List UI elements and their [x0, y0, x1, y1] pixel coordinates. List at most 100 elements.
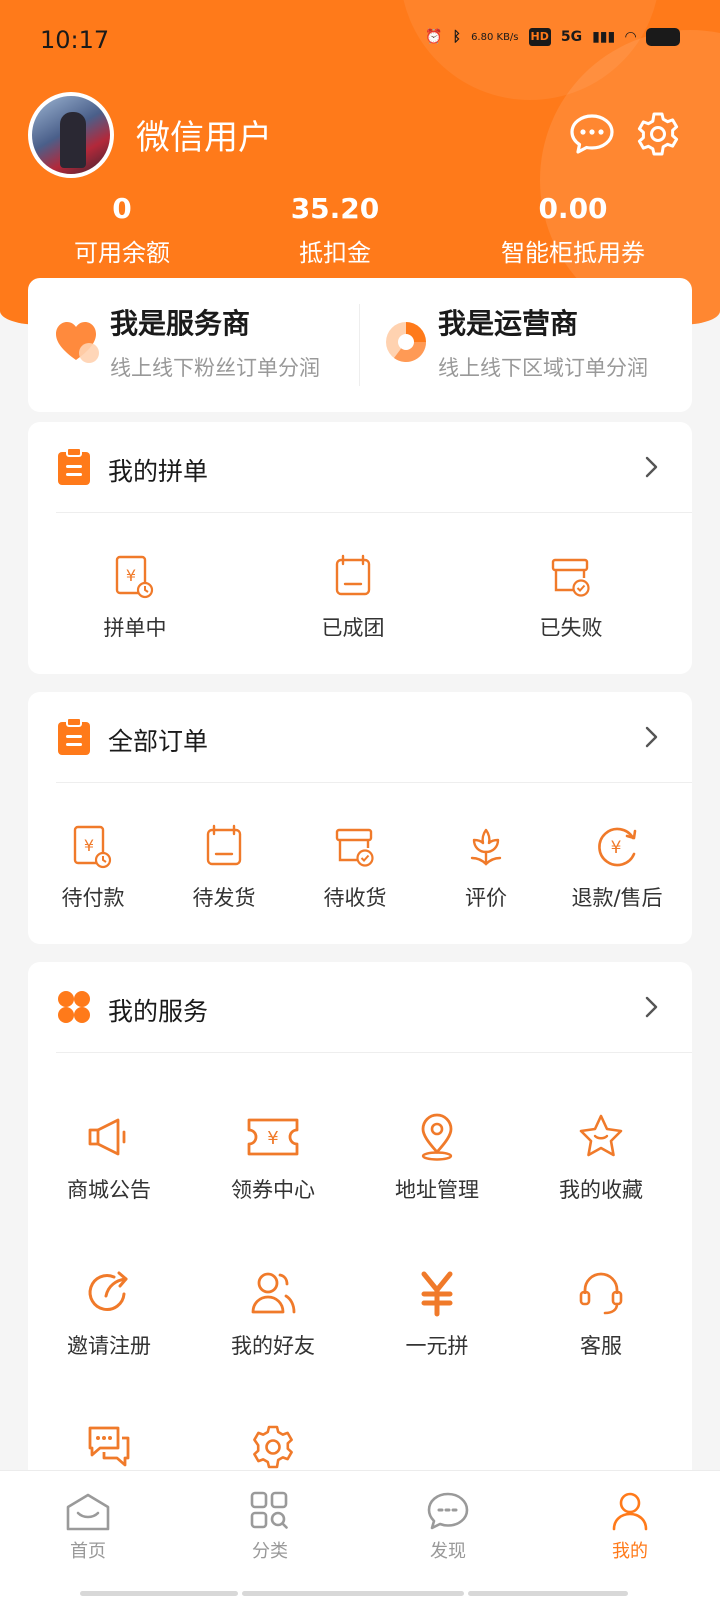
chevron-right-icon — [645, 996, 658, 1018]
all-orders-card: 全部订单 ¥ 待付款 待发货 待收货 评价 ¥ 退款/售后 — [28, 692, 692, 944]
grid-label: 邀请注册 — [67, 1334, 151, 1358]
flower-icon — [470, 828, 502, 866]
grid-label: 领券中心 — [231, 1178, 315, 1202]
net-speed: 6.80 KB/s — [471, 31, 519, 43]
service-coupon-center[interactable]: ¥ 领券中心 — [208, 1112, 338, 1204]
svg-text:¥: ¥ — [84, 836, 94, 855]
group-order-pending[interactable]: ¥ 拼单中 — [70, 554, 200, 642]
grid-label: 我的好友 — [231, 1334, 315, 1358]
section-title: 我的服务 — [108, 997, 209, 1026]
tab-home[interactable]: 首页 — [28, 1491, 148, 1563]
stat-label: 可用余额 — [74, 239, 170, 267]
home-indicator — [80, 1591, 238, 1596]
grid-label: 待发货 — [192, 886, 256, 910]
yuan-icon — [421, 1271, 453, 1317]
service-friends[interactable]: 我的好友 — [208, 1268, 338, 1360]
settings-gear-icon[interactable] — [634, 110, 682, 158]
star-icon — [579, 1114, 623, 1157]
svg-text:¥: ¥ — [267, 1128, 278, 1149]
stat-deduction[interactable]: 35.20 抵扣金 — [255, 192, 415, 268]
service-invite[interactable]: 邀请注册 — [44, 1268, 174, 1360]
stat-value: 0 — [112, 192, 132, 225]
share-icon — [88, 1271, 128, 1311]
services-card: 我的服务 商城公告 ¥ 领券中心 地址管理 我的收藏 邀请注册 我的好友 一元拼… — [28, 962, 692, 1482]
tab-profile[interactable]: 我的 — [570, 1491, 690, 1563]
service-one-yuan-group[interactable]: 一元拼 — [372, 1268, 502, 1360]
service-address[interactable]: 地址管理 — [372, 1112, 502, 1204]
divider — [56, 512, 692, 513]
group-order-formed[interactable]: 已成团 — [288, 554, 418, 642]
category-icon — [250, 1491, 288, 1529]
stat-value: 0.00 — [538, 192, 608, 225]
box-check-icon — [335, 828, 374, 867]
order-refund-aftersale[interactable]: ¥ 退款/售后 — [552, 824, 682, 912]
service-favorites[interactable]: 我的收藏 — [536, 1112, 666, 1204]
order-pending-payment[interactable]: ¥ 待付款 — [28, 824, 158, 912]
clover-icon — [58, 991, 90, 1023]
grid-label: 退款/售后 — [571, 886, 663, 910]
heart-icon — [56, 322, 99, 363]
donut-chart-icon — [386, 322, 426, 362]
service-chat[interactable] — [44, 1422, 174, 1472]
role-operator[interactable]: 我是运营商 线上线下区域订单分润 — [438, 302, 648, 382]
role-subtitle: 线上线下粉丝订单分润 — [110, 356, 320, 380]
divider — [56, 782, 692, 783]
chevron-right-icon — [645, 726, 658, 748]
tab-category[interactable]: 分类 — [210, 1491, 330, 1563]
refund-icon: ¥ — [598, 827, 637, 867]
service-customer-support[interactable]: 客服 — [536, 1268, 666, 1360]
friends-icon — [251, 1272, 296, 1314]
message-icon[interactable] — [568, 110, 616, 158]
grid-label: 待收货 — [323, 886, 387, 910]
stat-voucher[interactable]: 0.00 智能柜抵用券 — [468, 192, 678, 268]
grid-label: 拼单中 — [103, 616, 167, 640]
tab-label: 首页 — [70, 1541, 106, 1562]
grid-label: 我的收藏 — [559, 1178, 643, 1202]
status-time: 10:17 — [40, 26, 110, 54]
coupon-icon: ¥ — [247, 1118, 299, 1156]
bluetooth-icon: ᛒ — [452, 29, 462, 45]
tab-discover[interactable]: 发现 — [388, 1491, 508, 1563]
chat-icon — [88, 1426, 130, 1467]
signal-icon: ▮▮▮ — [592, 29, 616, 45]
headset-icon — [579, 1272, 623, 1315]
megaphone-icon — [88, 1118, 126, 1156]
grid-label: 客服 — [580, 1334, 622, 1358]
all-orders-header[interactable]: 全部订单 — [28, 692, 692, 782]
grid-label: 地址管理 — [395, 1178, 479, 1202]
bag-icon — [206, 824, 242, 866]
clipboard-icon — [58, 718, 90, 755]
discover-icon — [427, 1492, 469, 1530]
service-settings[interactable] — [208, 1422, 338, 1472]
wifi-icon: ◠ — [625, 29, 636, 45]
box-check-icon — [551, 558, 590, 597]
stat-label: 智能柜抵用券 — [501, 239, 645, 267]
clipboard-icon — [58, 448, 90, 485]
order-pending-receipt[interactable]: 待收货 — [290, 824, 420, 912]
service-announcements[interactable]: 商城公告 — [44, 1112, 174, 1204]
battery-icon — [646, 28, 680, 46]
role-card: 我是服务商 线上线下粉丝订单分润 我是运营商 线上线下区域订单分润 — [28, 278, 692, 412]
avatar[interactable] — [28, 92, 114, 178]
svg-text:¥: ¥ — [611, 838, 622, 858]
stat-balance[interactable]: 0 可用余额 — [42, 192, 202, 268]
group-order-failed[interactable]: 已失败 — [506, 554, 636, 642]
profile-icon — [612, 1492, 648, 1531]
services-header[interactable]: 我的服务 — [28, 962, 692, 1052]
username[interactable]: 微信用户 — [136, 110, 272, 159]
gear-icon — [253, 1425, 293, 1469]
divider — [56, 1052, 692, 1053]
grid-label: 已失败 — [539, 616, 603, 640]
role-subtitle: 线上线下区域订单分润 — [438, 356, 648, 380]
divider — [359, 304, 360, 386]
group-orders-header[interactable]: 我的拼单 — [28, 422, 692, 512]
role-service-provider[interactable]: 我是服务商 线上线下粉丝订单分润 — [110, 302, 320, 382]
order-pending-shipment[interactable]: 待发货 — [159, 824, 289, 912]
grid-label: 一元拼 — [405, 1334, 469, 1358]
yuan-clock-icon: ¥ — [73, 825, 112, 869]
order-review[interactable]: 评价 — [421, 824, 551, 912]
hd-badge: HD — [528, 28, 551, 46]
section-title: 我的拼单 — [108, 457, 209, 486]
location-icon — [421, 1113, 453, 1161]
tab-label: 分类 — [252, 1541, 288, 1562]
